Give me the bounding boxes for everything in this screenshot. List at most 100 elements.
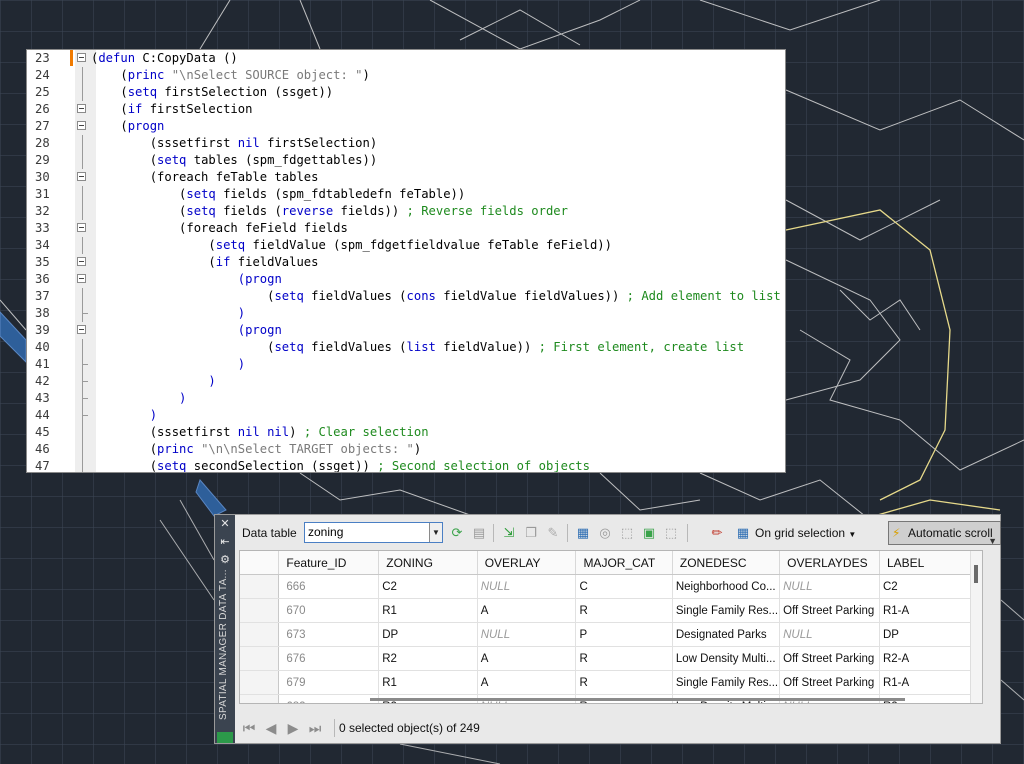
table-cell[interactable]: 670 [278, 598, 380, 623]
table-cell[interactable]: Off Street Parking [779, 646, 880, 671]
code-line[interactable]: 43 ) [27, 390, 785, 407]
table-cell[interactable]: Single Family Res... [672, 670, 781, 695]
collapse-fold-icon[interactable] [77, 274, 86, 283]
settings-gear-icon[interactable]: ⚙ [218, 553, 232, 567]
code-line[interactable]: 32 (setq fields (reverse fields)) ; Reve… [27, 203, 785, 220]
table-cell[interactable]: NULL [477, 622, 577, 647]
code-line[interactable]: 36 (progn [27, 271, 785, 288]
table-cell[interactable]: R [575, 670, 673, 695]
code-line[interactable]: 34 (setq fieldValue (spm_fdgetfieldvalue… [27, 237, 785, 254]
vertical-scrollbar[interactable] [970, 551, 982, 703]
grid-corner-header[interactable] [240, 551, 280, 575]
table-cell[interactable]: R1 [378, 670, 478, 695]
refresh-icon[interactable]: ⟳ [449, 525, 465, 541]
column-header[interactable]: ZONING [378, 551, 478, 575]
automatic-scroll-toggle[interactable]: ⚡ Automatic scroll [888, 521, 1001, 545]
grid-view-icon[interactable]: ▦ [575, 525, 591, 541]
collapse-fold-icon[interactable] [77, 172, 86, 181]
row-header[interactable] [240, 598, 280, 623]
deselect-icon[interactable]: ⬚ [663, 525, 679, 541]
code-line[interactable]: 31 (setq fields (spm_fdtabledefn feTable… [27, 186, 785, 203]
table-row[interactable]: 676 R2 A R Low Density Multi... Off Street Pa… [240, 646, 982, 671]
code-line[interactable]: 42 ) [27, 373, 785, 390]
code-line[interactable]: 26 (if firstSelection [27, 101, 785, 118]
paste-data-icon[interactable]: ⇲ [501, 525, 517, 541]
first-record-icon[interactable]: ⏮ [241, 720, 257, 736]
table-cell[interactable]: Designated Parks [672, 622, 781, 647]
table-cell[interactable]: P [575, 622, 673, 647]
horizontal-scrollbar[interactable] [370, 698, 905, 701]
code-line[interactable]: 37 (setq fieldValues (cons fieldValue fi… [27, 288, 785, 305]
code-line[interactable]: 47 (setq secondSelection (ssget)) ; Seco… [27, 458, 785, 472]
table-cell[interactable]: 679 [278, 670, 380, 695]
table-cell[interactable]: A [477, 646, 577, 671]
table-cell[interactable]: 673 [278, 622, 380, 647]
code-line[interactable]: 35 (if fieldValues [27, 254, 785, 271]
table-row[interactable]: 679 R1 A R Single Family Res... Off Street Pa… [240, 670, 982, 695]
table-cell[interactable]: C2 [879, 574, 982, 599]
table-cell[interactable]: DP [378, 622, 478, 647]
table-cell[interactable]: R1 [378, 598, 478, 623]
on-grid-selection-dropdown[interactable]: On grid selection ▼ [755, 526, 856, 540]
code-line[interactable]: 24 (princ "\nSelect SOURCE object: ") [27, 67, 785, 84]
table-cell[interactable]: Low Density Multi... [672, 646, 781, 671]
table-cell[interactable]: Off Street Parking [779, 598, 880, 623]
auto-hide-icon[interactable]: ⇤ [218, 535, 232, 549]
table-cell[interactable]: R [575, 646, 673, 671]
collapse-fold-icon[interactable] [77, 53, 86, 62]
table-cell[interactable]: Neighborhood Co... [672, 574, 781, 599]
code-editor[interactable]: 23 (defun C:CopyData () 24 (princ "\nSelec… [26, 49, 786, 473]
data-table-select[interactable]: zoning ▼ [304, 522, 443, 543]
table-cell[interactable]: NULL [779, 574, 880, 599]
scroll-thumb[interactable] [974, 565, 978, 583]
copy-icon[interactable]: ❐ [523, 525, 539, 541]
column-header[interactable]: LABEL [879, 551, 982, 575]
code-line[interactable]: 45 (sssetfirst nil nil) ; Clear selectio… [27, 424, 785, 441]
table-cell[interactable]: 666 [278, 574, 380, 599]
row-header[interactable] [240, 670, 280, 695]
pencil-icon[interactable]: ✏ [709, 525, 725, 541]
table-cell[interactable]: 682 [278, 694, 380, 703]
table-cell[interactable]: C [575, 574, 673, 599]
table-cell[interactable]: NULL [779, 622, 880, 647]
select-objects-icon[interactable]: ⬚ [619, 525, 635, 541]
table-cell[interactable]: A [477, 670, 577, 695]
table-cell[interactable]: A [477, 598, 577, 623]
code-line[interactable]: 28 (sssetfirst nil firstSelection) [27, 135, 785, 152]
code-line[interactable]: 27 (progn [27, 118, 785, 135]
table-cell[interactable]: R [575, 598, 673, 623]
table-cell[interactable]: Off Street Parking [779, 670, 880, 695]
table-cell[interactable]: Single Family Res... [672, 598, 781, 623]
code-line[interactable]: 44 ) [27, 407, 785, 424]
code-line[interactable]: 33 (foreach feField fields [27, 220, 785, 237]
row-header[interactable] [240, 694, 280, 703]
code-line[interactable]: 29 (setq tables (spm_fdgettables)) [27, 152, 785, 169]
select-filter-icon[interactable]: ▣ [641, 525, 657, 541]
toolbar-overflow-icon[interactable]: ▼ [988, 536, 997, 546]
table-cell[interactable]: R2-A [879, 646, 982, 671]
table-cell[interactable]: R1-A [879, 598, 982, 623]
table-cell[interactable]: R2 [378, 646, 478, 671]
code-line[interactable]: 25 (setq firstSelection (ssget)) [27, 84, 785, 101]
last-record-icon[interactable]: ⏭ [307, 720, 323, 736]
code-line[interactable]: 46 (princ "\n\nSelect TARGET objects: ") [27, 441, 785, 458]
collapse-fold-icon[interactable] [77, 121, 86, 130]
row-header[interactable] [240, 646, 280, 671]
attribute-grid[interactable]: Feature_ID ZONING OVERLAY MAJOR_CAT ZONEDESC… [239, 550, 983, 704]
row-header[interactable] [240, 574, 280, 599]
code-line[interactable]: 41 ) [27, 356, 785, 373]
collapse-fold-icon[interactable] [77, 257, 86, 266]
code-line[interactable]: 30 (foreach feTable tables [27, 169, 785, 186]
row-header[interactable] [240, 622, 280, 647]
column-header[interactable]: OVERLAYDES [779, 551, 880, 575]
collapse-fold-icon[interactable] [77, 104, 86, 113]
column-header[interactable]: MAJOR_CAT [575, 551, 673, 575]
column-header[interactable]: Feature_ID [278, 551, 380, 575]
next-record-icon[interactable]: ▶ [285, 720, 301, 736]
edit-brush-icon[interactable]: ✎ [545, 525, 561, 541]
code-line[interactable]: 23 (defun C:CopyData () [27, 50, 785, 67]
code-line[interactable]: 38 ) [27, 305, 785, 322]
table-row[interactable]: 673 DP NULL P Designated Parks NULL DP [240, 622, 982, 647]
previous-record-icon[interactable]: ◀ [263, 720, 279, 736]
collapse-fold-icon[interactable] [77, 223, 86, 232]
